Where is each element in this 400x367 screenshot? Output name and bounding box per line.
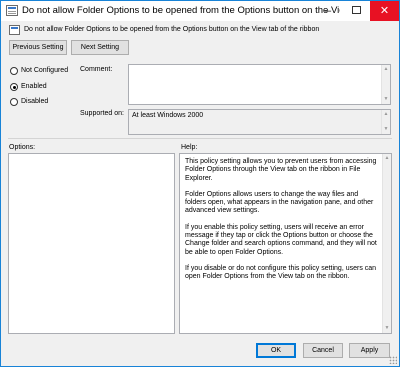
help-paragraph: This policy setting allows you to preven… [185,158,377,182]
comment-label: Comment: [80,66,113,73]
ok-button[interactable]: OK [256,343,296,358]
radio-label: Disabled [21,98,49,105]
help-paragraph: Folder Options allows users to change th… [185,190,374,215]
scroll-down-icon[interactable]: ▼ [382,95,390,104]
supported-on-label: Supported on: [80,110,124,117]
radio-label: Not Configured [21,67,69,74]
cancel-button[interactable]: Cancel [303,343,343,358]
help-pane: This policy setting allows you to preven… [179,153,392,334]
help-paragraph: If you disable or do not configure this … [185,264,377,281]
resize-grip-icon[interactable] [389,356,397,364]
scroll-down-icon[interactable]: ▼ [383,324,391,333]
supported-on-value: At least Windows 2000 [132,112,204,119]
supported-on-field: At least Windows 2000 ▲ ▼ [128,109,391,135]
policy-dialog-window: Do not allow Folder Options to be opened… [0,0,400,367]
radio-not-configured[interactable]: Not Configured [10,66,72,76]
policy-icon [9,25,20,35]
maximize-icon [351,6,361,15]
apply-button[interactable]: Apply [349,343,390,358]
radio-button-icon[interactable] [10,67,18,75]
help-text: This policy setting allows you to preven… [185,158,379,290]
scroll-up-icon[interactable]: ▲ [382,110,390,119]
radio-enabled[interactable]: Enabled [10,82,72,92]
policy-title: Do not allow Folder Options to be opened… [24,26,320,33]
options-label: Options: [9,144,36,151]
help-scrollbar[interactable]: ▲ ▼ [382,154,391,333]
radio-button-icon[interactable] [10,98,18,106]
minimize-button[interactable]: – [314,1,342,21]
close-button[interactable]: ✕ [370,1,399,21]
scroll-up-icon[interactable]: ▲ [382,65,390,74]
radio-disabled[interactable]: Disabled [10,97,72,107]
next-setting-button[interactable]: Next Setting [71,40,129,55]
radio-button-selected-icon[interactable] [10,83,18,91]
title-bar[interactable]: Do not allow Folder Options to be opened… [1,1,399,21]
maximize-button[interactable] [342,1,370,21]
window-title: Do not allow Folder Options to be opened… [22,5,340,16]
radio-label: Enabled [21,83,47,90]
previous-setting-button[interactable]: Previous Setting [9,40,67,55]
policy-window-icon [6,5,18,16]
help-paragraph: If you enable this policy setting, users… [185,223,377,256]
section-divider [8,138,392,139]
comment-field[interactable]: ▲ ▼ [128,64,391,105]
scroll-up-icon[interactable]: ▲ [383,154,391,163]
help-label: Help: [181,144,198,151]
comment-scrollbar[interactable]: ▲ ▼ [381,65,390,104]
options-pane [8,153,175,334]
scroll-down-icon[interactable]: ▼ [382,125,390,134]
supported-scrollbar[interactable]: ▲ ▼ [381,110,390,134]
